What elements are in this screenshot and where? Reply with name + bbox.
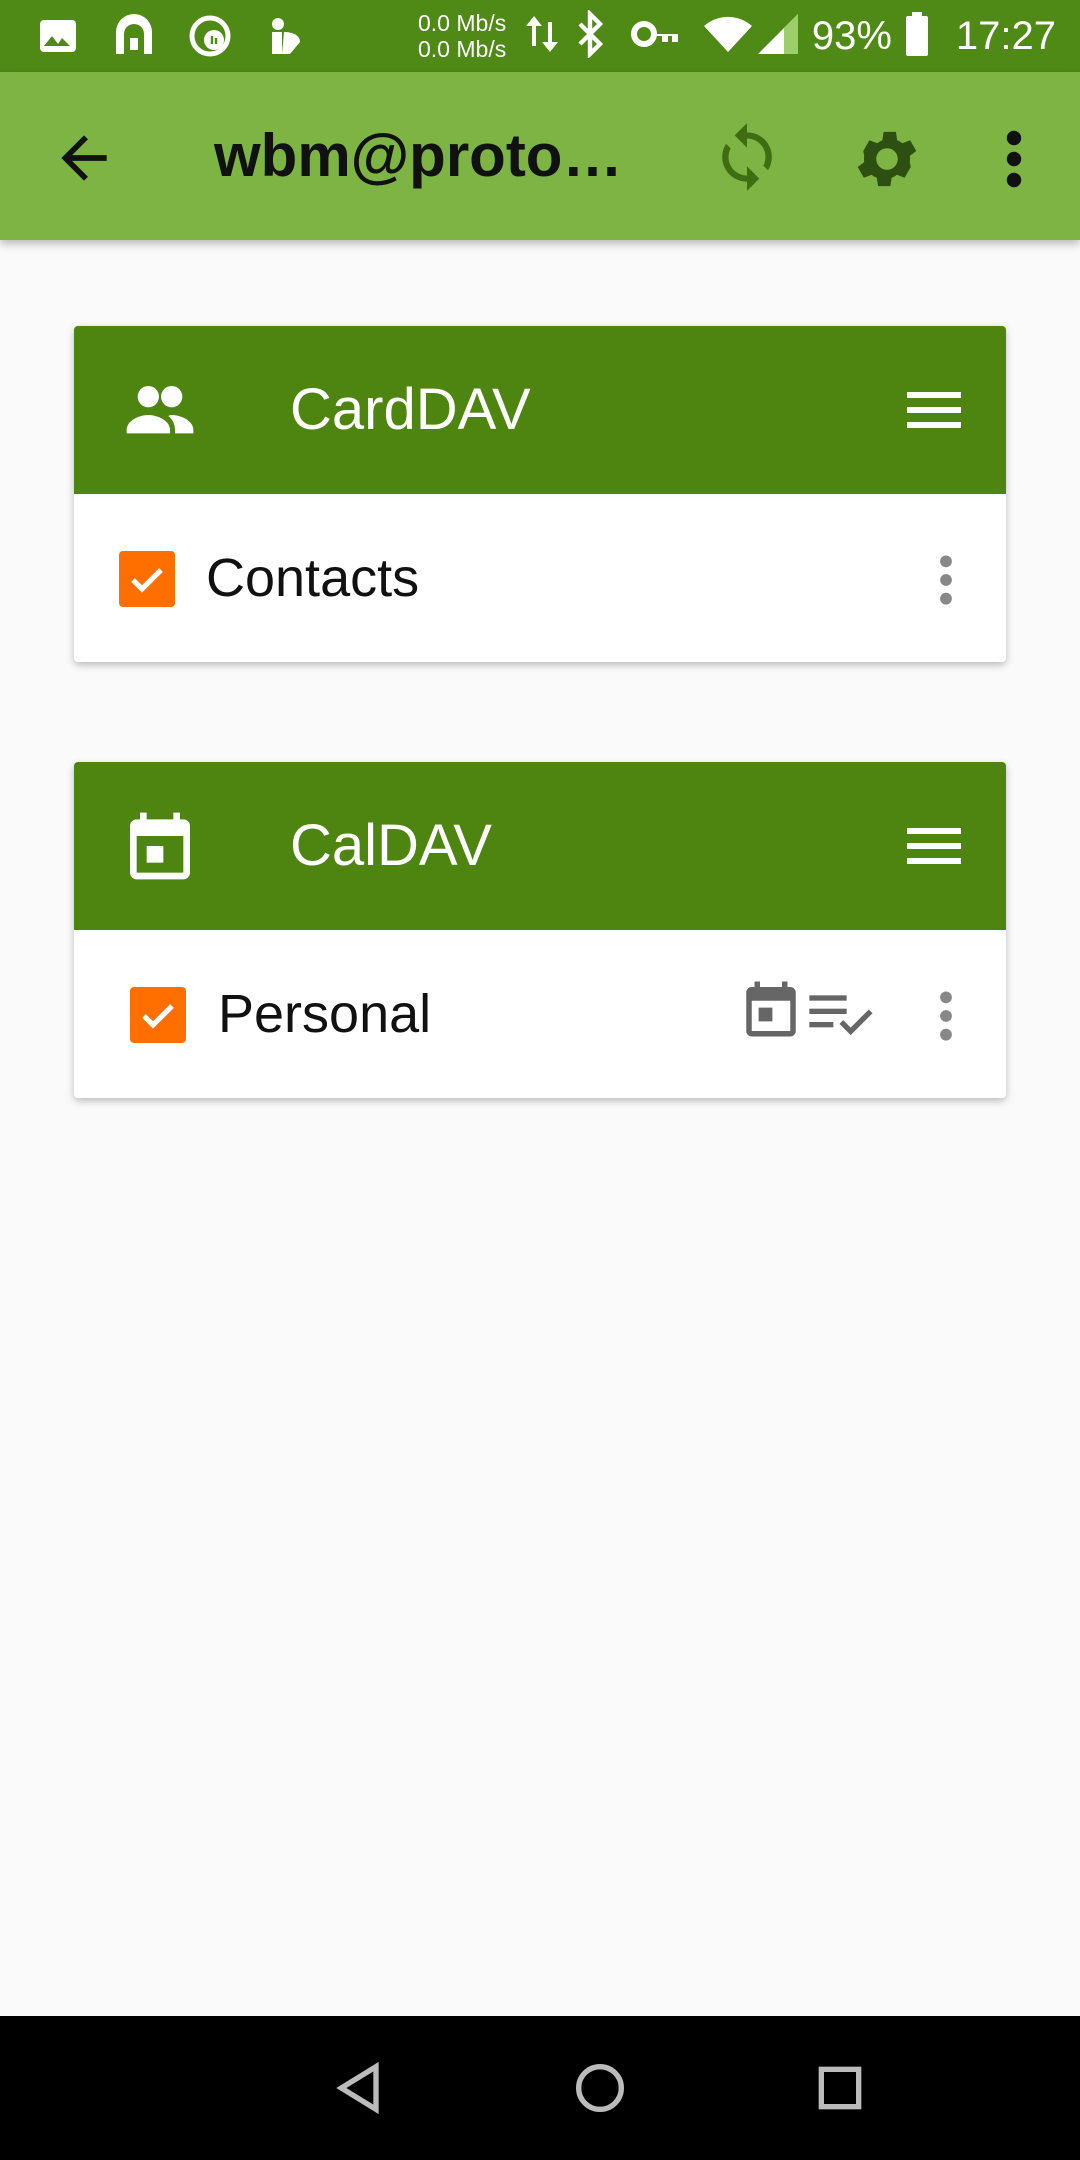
hamburger-menu-icon[interactable] — [898, 810, 970, 882]
sync-icon[interactable] — [710, 120, 784, 194]
bluetooth-icon — [574, 8, 608, 63]
collection-label: Contacts — [206, 548, 420, 608]
carddav-header: CardDAV — [74, 326, 1006, 494]
account-title: wbm@proton… — [214, 122, 624, 189]
reddit-icon — [262, 12, 310, 60]
wifi-icon — [702, 10, 754, 63]
more-vert-icon[interactable] — [932, 548, 960, 612]
more-vert-icon[interactable] — [932, 984, 960, 1048]
calendar-icon — [738, 976, 804, 1042]
collection-label: Personal — [218, 984, 432, 1044]
back-arrow-icon[interactable] — [50, 124, 118, 192]
nav-recents-icon[interactable] — [808, 2056, 872, 2120]
section-title: CalDAV — [290, 813, 492, 878]
caldav-header: CalDAV — [74, 762, 1006, 930]
status-bar: 0.0 Mb/s 0.0 Mb/s 93% 17:27 — [0, 0, 1080, 72]
section-title: CardDAV — [290, 377, 531, 442]
checkbox-checked[interactable] — [119, 551, 175, 607]
checkbox-checked[interactable] — [130, 987, 186, 1043]
net-down: 0.0 Mb/s — [418, 36, 507, 62]
image-icon — [34, 12, 82, 60]
app-bar: wbm@proton… — [0, 72, 1080, 240]
battery-icon — [904, 10, 930, 63]
signal-icon — [756, 10, 800, 63]
podcast-icon — [186, 12, 234, 60]
settings-gear-icon[interactable] — [850, 122, 924, 196]
net-up: 0.0 Mb/s — [418, 10, 507, 36]
overflow-menu-icon[interactable] — [990, 122, 1038, 196]
list-item[interactable]: Personal — [74, 930, 1006, 1098]
hamburger-menu-icon[interactable] — [898, 374, 970, 446]
nav-home-icon[interactable] — [568, 2056, 632, 2120]
battery-percent: 93% — [811, 13, 892, 58]
nav-back-icon[interactable] — [328, 2056, 392, 2120]
navigation-bar — [0, 2016, 1080, 2160]
contacts-group-icon — [120, 370, 200, 450]
key-icon — [630, 10, 680, 63]
clock: 17:27 — [955, 13, 1056, 58]
data-arrows-icon — [524, 10, 560, 63]
tasks-icon — [804, 982, 876, 1046]
network-speed: 0.0 Mb/s 0.0 Mb/s — [418, 10, 506, 62]
carddav-card: CardDAV Contacts — [74, 326, 1006, 662]
vpn-arch-icon — [110, 12, 158, 60]
list-item[interactable]: Contacts — [74, 494, 1006, 662]
calendar-icon — [120, 806, 200, 886]
caldav-card: CalDAV Personal — [74, 762, 1006, 1098]
